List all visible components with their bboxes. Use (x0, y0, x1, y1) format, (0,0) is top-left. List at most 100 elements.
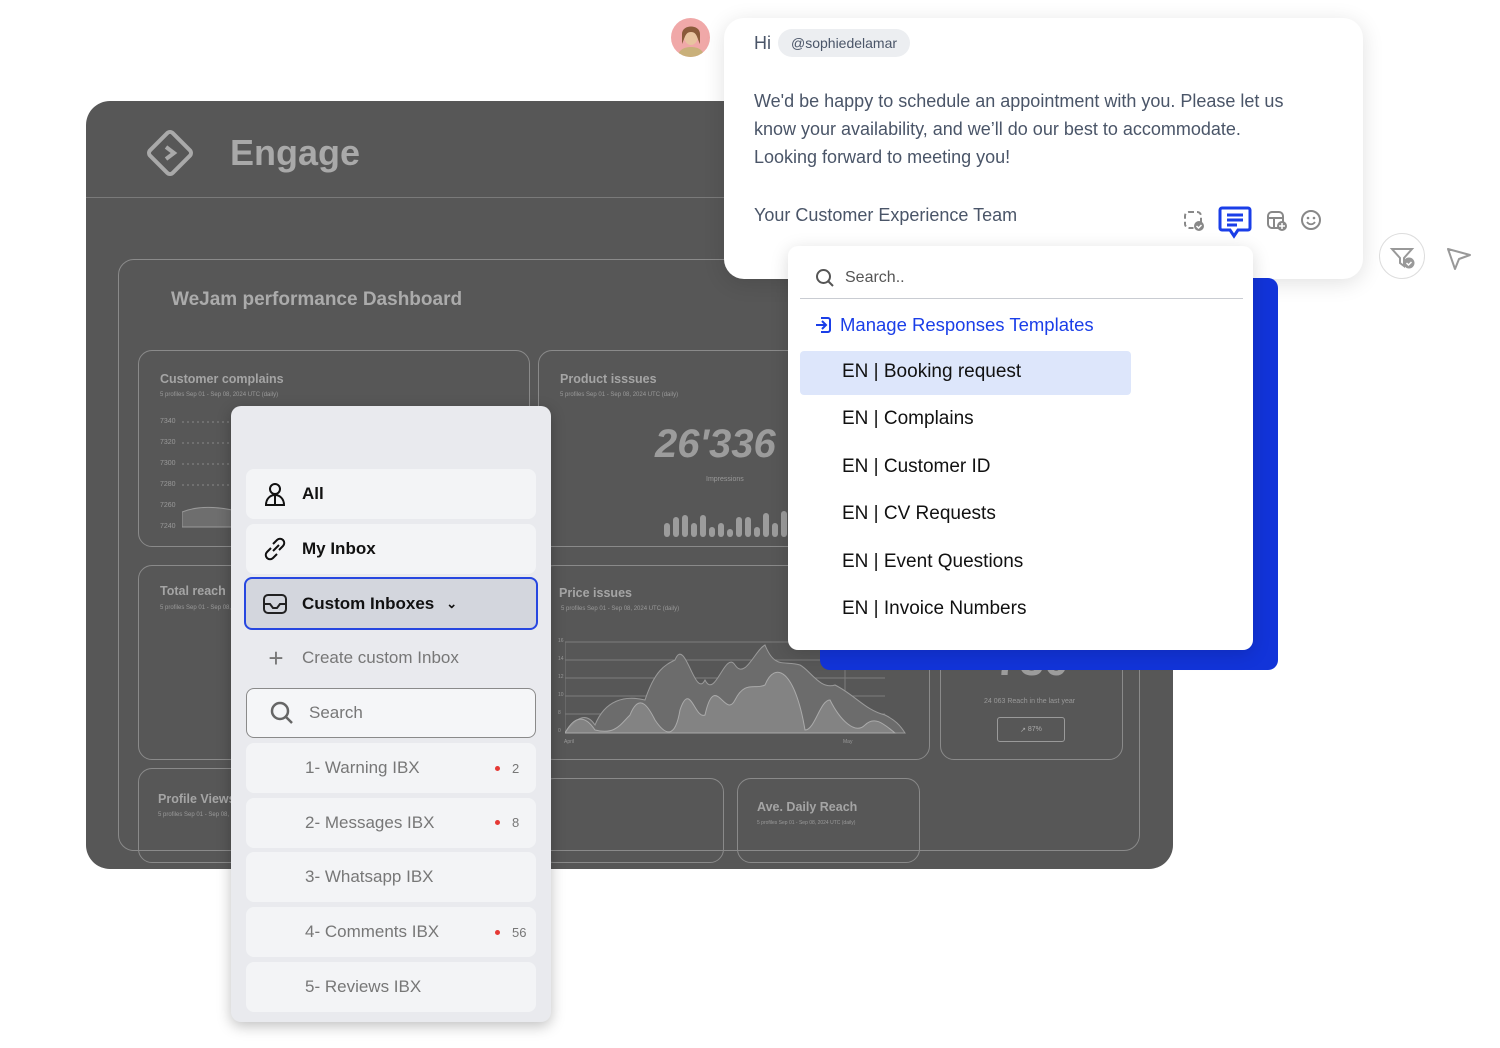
card-title: Customer complains (160, 372, 284, 386)
card-meta: 5 profiles Sep 01 - Sep 08, 2024 UTC (da… (560, 392, 679, 398)
message-line: Looking forward to meeting you! (754, 147, 1011, 167)
y-tick: 7340 (160, 418, 176, 425)
filter-approve-button[interactable] (1379, 233, 1425, 279)
inbox-search-input[interactable]: Search (246, 688, 536, 738)
template-option[interactable]: EN | CV Requests (842, 503, 996, 525)
impression-bar (754, 527, 760, 537)
card-meta: 5 profiles Sep 01 - Sep 08, 2024 UTC (da… (561, 606, 680, 612)
search-icon (269, 700, 297, 726)
trend-up-icon: ↗ (1020, 726, 1028, 734)
impression-bar (736, 517, 742, 537)
y-tick: 14 (558, 656, 564, 662)
y-tick: 12 (558, 674, 564, 680)
impression-bar (673, 517, 679, 537)
inbox-custom-inboxes[interactable]: Custom Inboxes ⌄ (244, 577, 538, 630)
send-icon[interactable] (1445, 244, 1473, 272)
message-line: We'd be happy to schedule an appointment… (754, 91, 1284, 111)
impressions-value: 26'336 (655, 422, 776, 466)
y-tick: 7300 (160, 460, 176, 467)
custom-inboxes-label: Custom Inboxes (302, 593, 435, 613)
impressions-label: Impressions (706, 476, 744, 483)
message-signature: Your Customer Experience Team (754, 205, 1018, 225)
avatar[interactable] (671, 18, 710, 57)
x-tick: April (564, 739, 575, 745)
inbox-item-label: 5- Reviews IBX (305, 976, 422, 996)
inbox-tray-icon (262, 592, 290, 616)
card-meta: 5 profiles Sep 01 - Sep 08, 2024 UTC (da… (160, 392, 279, 398)
users-icon (262, 481, 290, 507)
search-icon (816, 269, 834, 287)
inbox-item-label: 3- Whatsapp IBX (305, 867, 434, 887)
inbox-list-item[interactable]: 3- Whatsapp IBX (246, 852, 536, 903)
y-tick: 7320 (160, 439, 176, 446)
greeting: Hi (754, 33, 771, 53)
unread-dot-icon (495, 929, 500, 935)
y-tick: 7260 (160, 502, 176, 509)
impression-bar (682, 515, 688, 537)
impression-bar (772, 523, 778, 537)
card-meta: 5 profiles Sep 01 - Sep 08, 2024 UTC (da… (757, 820, 856, 826)
approve-draft-icon[interactable] (1183, 210, 1205, 232)
template-option[interactable]: EN | Booking request (842, 361, 1021, 383)
template-option[interactable]: EN | Customer ID (842, 456, 991, 478)
growth-badge: ↗ 87% (997, 717, 1065, 742)
reach-subtitle: 24 063 Reach in the last year (984, 698, 1076, 705)
y-tick: 7280 (160, 481, 176, 488)
card-title: Profile Views (158, 792, 236, 806)
inbox-item-label: 1- Warning IBX (305, 758, 420, 777)
impression-bar (709, 527, 715, 537)
manage-templates-link[interactable]: Manage Responses Templates (814, 314, 1094, 336)
y-tick: 8 (558, 710, 561, 716)
template-option[interactable]: EN | Complains (842, 408, 974, 430)
inbox-list-item[interactable]: 4- Comments IBX 56 (246, 907, 536, 958)
inbox-list-item[interactable]: 1- Warning IBX 2 (246, 743, 536, 793)
plus-icon: + (268, 642, 284, 673)
impression-bar (781, 511, 787, 537)
unread-count: 8 (512, 815, 520, 831)
y-tick: 16 (558, 638, 564, 644)
emoji-icon[interactable] (1300, 209, 1322, 231)
inbox-my-inbox[interactable]: My Inbox (246, 524, 536, 574)
add-table-icon[interactable] (1266, 210, 1288, 232)
search-placeholder: Search.. (845, 269, 905, 286)
card-title: Product isssues (560, 372, 657, 386)
manage-label: Manage Responses Templates (840, 314, 1094, 335)
mention-chip[interactable]: @sophiedelamar (778, 29, 911, 57)
template-option[interactable]: EN | Invoice Numbers (842, 598, 1026, 620)
y-tick: 0 (558, 728, 561, 734)
impression-bar (691, 523, 697, 537)
inbox-all[interactable]: All (246, 469, 536, 519)
create-custom-inbox-button[interactable]: + Create custom Inbox (246, 636, 536, 680)
impression-bar (700, 515, 706, 537)
brand-name: Engage (230, 132, 361, 173)
inbox-all-label: All (302, 484, 324, 503)
y-tick: 7240 (160, 523, 176, 530)
y-tick: 10 (558, 692, 564, 698)
chevron-down-icon: ⌄ (446, 595, 458, 611)
card-title: Ave. Daily Reach (757, 800, 858, 814)
templates-dropdown (788, 246, 1253, 650)
template-option[interactable]: EN | Event Questions (842, 551, 1023, 573)
card-empty[interactable] (540, 778, 724, 863)
inbox-list-item[interactable]: 5- Reviews IBX (246, 961, 536, 1012)
manage-icon (816, 317, 831, 333)
unread-count: 2 (512, 760, 520, 776)
link-icon (262, 536, 290, 562)
inbox-item-label: 4- Comments IBX (305, 922, 440, 942)
growth-value: 87% (1027, 726, 1042, 733)
impression-bar (763, 513, 769, 537)
impression-bar (727, 529, 733, 537)
my-inbox-label: My Inbox (302, 539, 376, 558)
response-templates-icon[interactable] (1218, 205, 1252, 239)
filter-check-icon (1389, 248, 1415, 269)
inbox-item-label: 2- Messages IBX (305, 812, 435, 832)
x-tick: May (843, 739, 853, 745)
card-title: Total reach (160, 584, 226, 598)
search-placeholder: Search (309, 703, 363, 722)
inbox-list-item[interactable]: 2- Messages IBX 8 (246, 797, 536, 848)
create-label: Create custom Inbox (302, 648, 459, 667)
templates-search-input[interactable]: Search.. (800, 258, 1243, 299)
impression-bar (745, 517, 751, 537)
unread-count: 56 (512, 924, 527, 940)
impression-bar (664, 523, 670, 537)
